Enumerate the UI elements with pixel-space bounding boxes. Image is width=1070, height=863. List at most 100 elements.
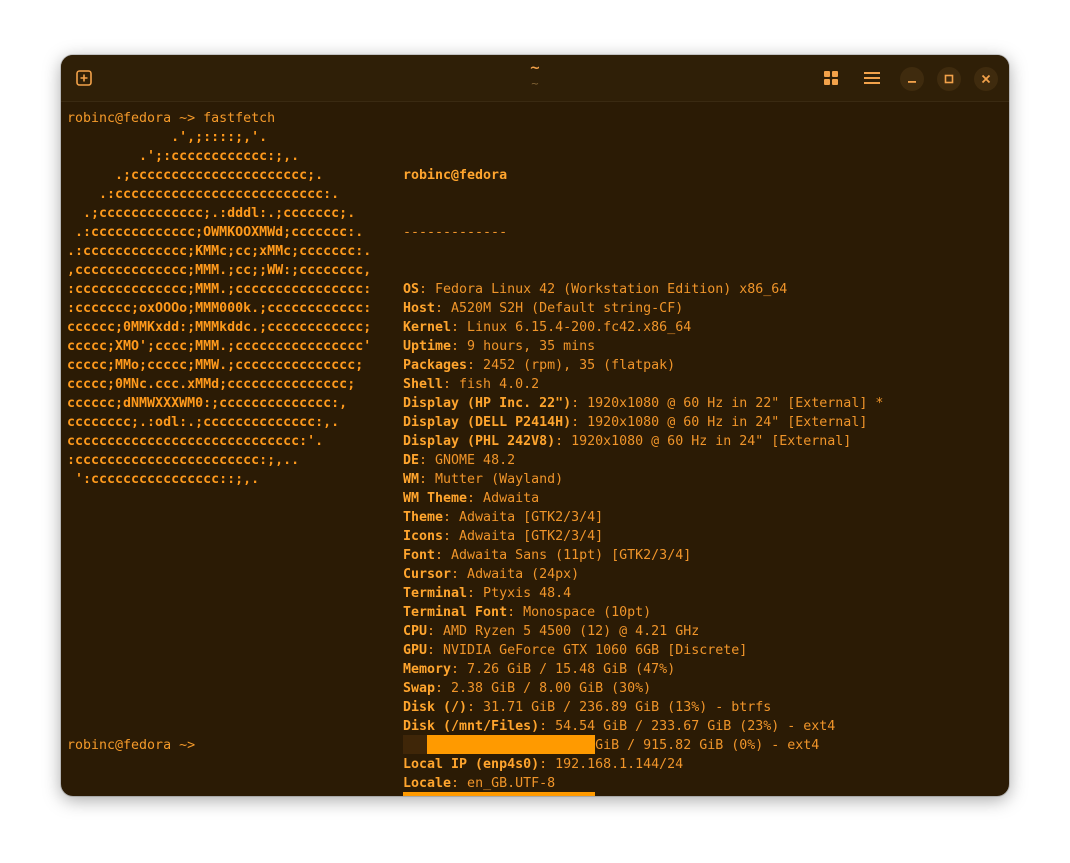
info-value: : Adwaita [GTK2/3/4] (443, 529, 604, 544)
logo-line: ,cccccccccccccc;MMM.;cc;;WW:;cccccccc, (67, 263, 372, 278)
info-value: : Fedora Linux 42 (Workstation Edition) … (419, 282, 788, 297)
info-value: : Monospace (10pt) (507, 605, 652, 620)
minimize-button[interactable] (900, 67, 924, 91)
logo-line: .:cccccccccccccccccccccccccc:. (67, 187, 340, 202)
logo-line: .;ccccccccccccc;.:dddl:.;ccccccc;. (67, 206, 356, 221)
info-separator: ------------- (403, 225, 508, 240)
color-swatch (547, 735, 571, 754)
info-value: : 7.26 GiB / 15.48 GiB (47%) (451, 662, 676, 677)
info-row: Terminal: Ptyxis 48.4 (403, 584, 883, 603)
color-swatch (403, 735, 427, 754)
logo-line: ccccc;0MNc.ccc.xMMd;ccccccccccccccc; (67, 377, 356, 392)
terminal-window: ~ ~ robinc@fedora ~> fastfetch .',;::::;… (61, 55, 1009, 796)
logo-line: :ccccccccccccccccccccccc:;,.. (67, 453, 300, 468)
info-value: : NVIDIA GeForce GTX 1060 6GB [Discrete] (427, 643, 748, 658)
color-swatch (547, 792, 571, 796)
info-row: CPU: AMD Ryzen 5 4500 (12) @ 4.21 GHz (403, 622, 883, 641)
info-row: Display (PHL 242V8): 1920x1080 @ 60 Hz i… (403, 432, 883, 451)
info-row: Shell: fish 4.0.2 (403, 375, 883, 394)
info-row: Theme: Adwaita [GTK2/3/4] (403, 508, 883, 527)
tab-overview-button[interactable] (817, 64, 845, 92)
info-key: Terminal (403, 586, 468, 601)
logo-line: cccccccc;.:odl:.;cccccccccccccc:,. (67, 415, 340, 430)
info-value: : Adwaita (24px) (451, 567, 580, 582)
fedora-ascii-logo: .',;::::;,'. .';:cccccccccccc:;,. .;cccc… (67, 128, 371, 489)
logo-line: ':cccccccccccccccc::;,. (67, 472, 260, 487)
logo-line: .:ccccccccccccc;OWMKOOXMWd;ccccccc:. (67, 225, 364, 240)
info-row: Uptime: 9 hours, 35 mins (403, 337, 883, 356)
color-swatch (451, 735, 475, 754)
terminal-content[interactable]: robinc@fedora ~> fastfetch .',;::::;,'. … (67, 109, 1003, 796)
header-bar: ~ ~ (61, 55, 1009, 102)
info-key: Swap (403, 681, 436, 696)
info-value: : Adwaita (467, 491, 540, 506)
logo-line: :cccccccccccccc;MMM.;cccccccccccccccc: (67, 282, 372, 297)
maximize-icon (944, 74, 954, 84)
info-key: Host (403, 301, 436, 316)
info-key: Icons (403, 529, 444, 544)
info-key: Shell (403, 377, 444, 392)
command-line: robinc@fedora ~> fastfetch (67, 111, 276, 126)
info-value: : Adwaita Sans (11pt) [GTK2/3/4] (435, 548, 692, 563)
close-button[interactable] (974, 67, 998, 91)
logo-line: ccccccccccccccccccccccccccccc:'. (67, 434, 324, 449)
logo-line: cccccc;dNMWXXXWM0:;cccccccccccccc:, (67, 396, 348, 411)
color-swatch (403, 792, 427, 796)
info-value: : 1920x1080 @ 60 Hz in 22" [External] * (571, 396, 884, 411)
fastfetch-output: .',;::::;,'. .';:cccccccccccc:;,. .;cccc… (67, 128, 997, 791)
info-row: Display (DELL P2414H): 1920x1080 @ 60 Hz… (403, 413, 883, 432)
color-swatch (523, 792, 547, 796)
logo-line: .:ccccccccccccc;KMMc;cc;xMMc;ccccccc:. (67, 244, 372, 259)
color-swatch (523, 735, 547, 754)
info-row: OS: Fedora Linux 42 (Workstation Edition… (403, 280, 883, 299)
info-row: DE: GNOME 48.2 (403, 451, 883, 470)
info-key: Cursor (403, 567, 452, 582)
main-menu-button[interactable] (858, 64, 886, 92)
logo-line: .',;::::;,'. (67, 130, 268, 145)
logo-line: .;cccccccccccccccccccccc;. (67, 168, 324, 183)
info-key: Theme (403, 510, 444, 525)
info-value: : 1920x1080 @ 60 Hz in 24" [External] (555, 434, 852, 449)
info-key: WM (403, 472, 420, 487)
hamburger-menu-icon (864, 72, 880, 84)
color-swatch (499, 735, 523, 754)
info-row: Packages: 2452 (rpm), 35 (flatpak) (403, 356, 883, 375)
info-key: GPU (403, 643, 428, 658)
info-value: : GNOME 48.2 (419, 453, 516, 468)
info-key: Display (DELL P2414H) (403, 415, 572, 430)
color-swatch (427, 735, 451, 754)
logo-line: ccccc;XMO';cccc;MMM.;cccccccccccccccc' (67, 339, 372, 354)
info-key: CPU (403, 624, 428, 639)
maximize-button[interactable] (937, 67, 961, 91)
logo-line: :ccccccc;oxOOOo;MMM000k.;cccccccccccc: (67, 301, 372, 316)
info-value: : 2.38 GiB / 8.00 GiB (30%) (435, 681, 652, 696)
palette-row-normal (403, 735, 595, 754)
grid-icon (824, 71, 838, 85)
info-key: Font (403, 548, 436, 563)
info-row: Host: A520M S2H (Default string-CF) (403, 299, 883, 318)
info-value: : 1920x1080 @ 60 Hz in 24" [External] (571, 415, 868, 430)
info-key: Kernel (403, 320, 452, 335)
minimize-icon (908, 81, 916, 83)
info-value: : 2452 (rpm), 35 (flatpak) (467, 358, 676, 373)
info-key: Terminal Font (403, 605, 508, 620)
palette-row-bright (403, 792, 595, 796)
info-row: Swap: 2.38 GiB / 8.00 GiB (30%) (403, 679, 883, 698)
info-value: : A520M S2H (Default string-CF) (435, 301, 684, 316)
color-swatch (571, 792, 595, 796)
info-key: Packages (403, 358, 468, 373)
shell-prompt[interactable]: robinc@fedora ~> (67, 736, 195, 755)
info-value: : 9 hours, 35 mins (451, 339, 596, 354)
info-key: Uptime (403, 339, 452, 354)
info-key: Display (HP Inc. 22") (403, 396, 572, 411)
info-key: Display (PHL 242V8) (403, 434, 556, 449)
color-palette (403, 697, 595, 796)
info-row: Icons: Adwaita [GTK2/3/4] (403, 527, 883, 546)
logo-line: cccccc;0MMKxdd:;MMMkddc.;cccccccccccc; (67, 320, 372, 335)
close-icon (981, 74, 991, 84)
info-row: GPU: NVIDIA GeForce GTX 1060 6GB [Discre… (403, 641, 883, 660)
color-swatch (571, 735, 595, 754)
info-row: Terminal Font: Monospace (10pt) (403, 603, 883, 622)
info-row: Kernel: Linux 6.15.4-200.fc42.x86_64 (403, 318, 883, 337)
info-row: Cursor: Adwaita (24px) (403, 565, 883, 584)
